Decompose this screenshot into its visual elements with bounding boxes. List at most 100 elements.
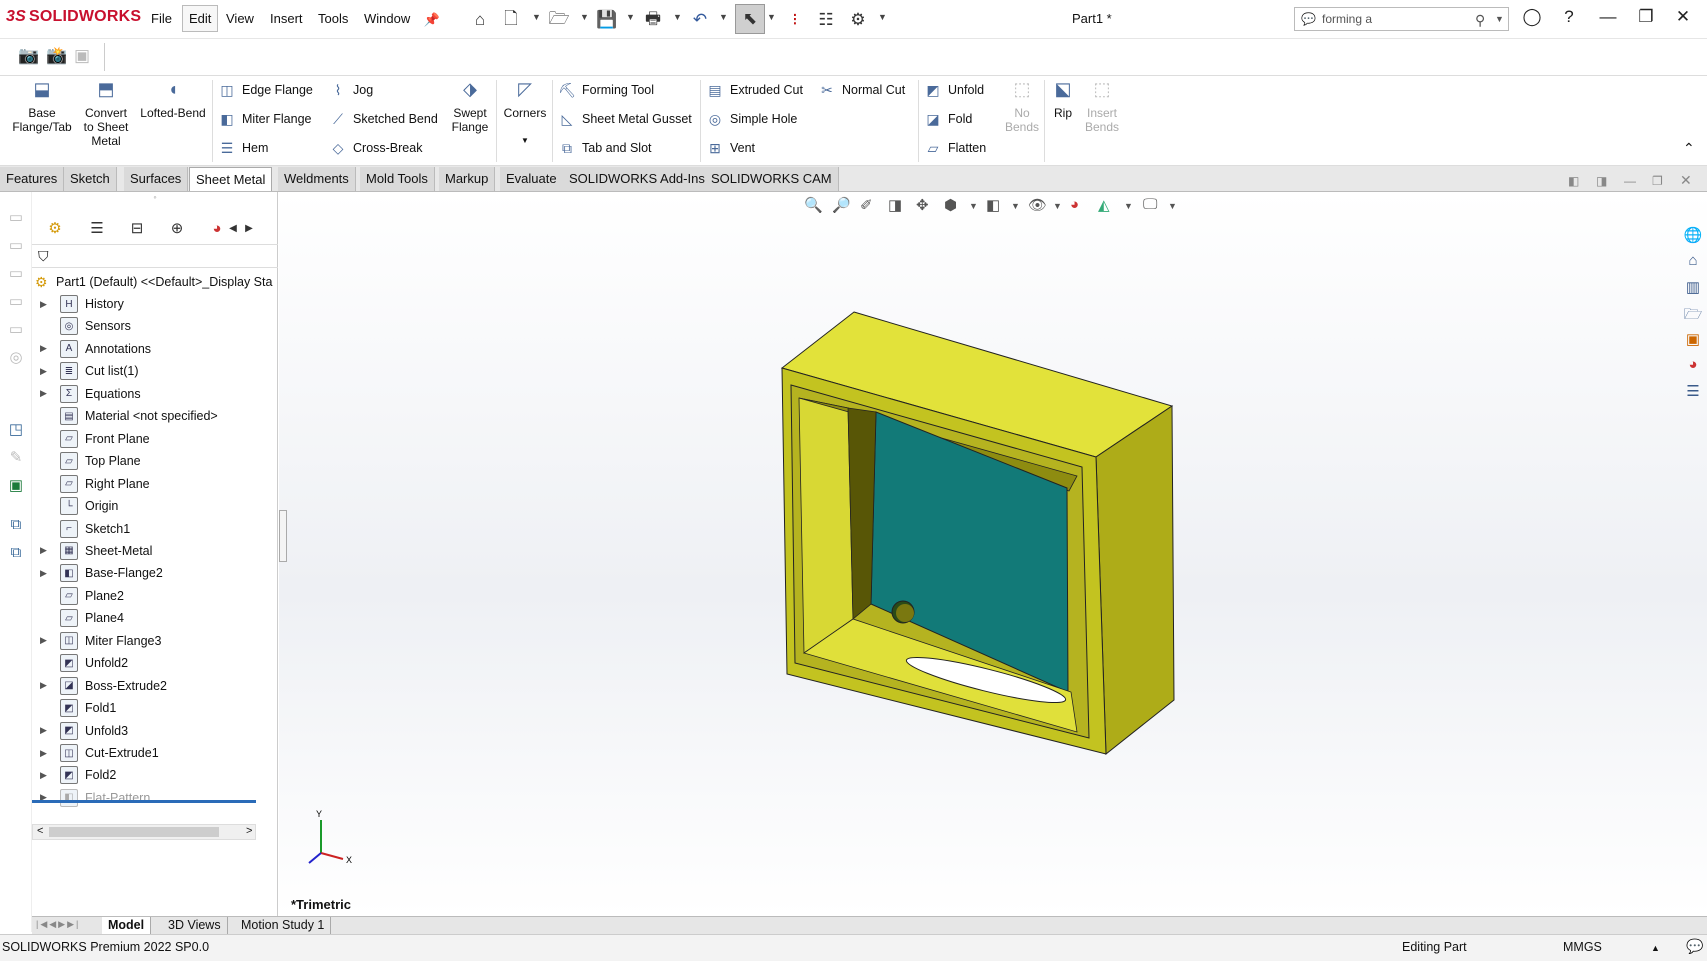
new-document-icon[interactable]: 🗋: [500, 9, 522, 31]
status-message-icon[interactable]: 💬: [1686, 938, 1703, 955]
search-icon[interactable]: ⚲: [1475, 12, 1485, 29]
tree-item[interactable]: ▶ ◧ Flat-Pattern: [32, 787, 278, 809]
zoom-area-icon[interactable]: 🔎: [832, 196, 851, 214]
chevron-down-icon[interactable]: ▼: [580, 12, 589, 22]
chevron-right-icon[interactable]: >: [246, 825, 252, 837]
home-icon[interactable]: ⌂: [469, 9, 491, 31]
tree-item[interactable]: ▶ A Annotations: [32, 338, 278, 360]
dynamic-annotation-icon[interactable]: ✥: [916, 196, 929, 214]
zoom-to-fit-icon[interactable]: 🔍: [804, 196, 823, 214]
pin-icon[interactable]: 📌: [421, 9, 443, 31]
rollback-bar[interactable]: [32, 800, 256, 803]
edge-flange-button[interactable]: ◫ Edge Flange: [218, 81, 313, 99]
chevron-down-icon[interactable]: ▼: [500, 134, 550, 148]
chevron-down-icon[interactable]: ▼: [1168, 201, 1177, 211]
file-explorer-icon[interactable]: 🗁: [1682, 304, 1704, 326]
tab-surfaces[interactable]: Surfaces: [124, 167, 189, 191]
configuration-manager-tab-icon[interactable]: ⊟: [122, 216, 152, 242]
tree-root[interactable]: ⚙ Part1 (Default) <<Default>_Display Sta: [32, 271, 278, 293]
filter-icon[interactable]: ⛉: [38, 248, 49, 265]
minimize-icon[interactable]: —: [1624, 174, 1636, 188]
expand-arrow-icon[interactable]: ▶: [40, 388, 47, 399]
display-style-icon[interactable]: ◧: [986, 196, 1000, 214]
tree-item[interactable]: ▶ ◫ Miter Flange3: [32, 630, 278, 652]
previous-view-icon[interactable]: ✐: [860, 196, 873, 214]
restore-icon[interactable]: ❐: [1633, 7, 1659, 33]
hem-button[interactable]: ☰ Hem: [218, 139, 269, 157]
tree-item[interactable]: ▶ ◩ Unfold3: [32, 720, 278, 742]
search-input[interactable]: forming a: [1322, 12, 1372, 26]
tree-item[interactable]: ▤ Material <not specified>: [32, 405, 278, 427]
tile-left-icon[interactable]: ◧: [1568, 174, 1579, 188]
close-icon[interactable]: ✕: [1680, 172, 1692, 189]
convert-to-sheet-metal-button[interactable]: ⬒ Convert to Sheet Metal: [78, 80, 134, 148]
units-selector[interactable]: MMGS: [1563, 940, 1602, 954]
menu-tools[interactable]: Tools: [313, 9, 353, 28]
expand-arrow-icon[interactable]: ▶: [40, 770, 47, 781]
view-palette-icon[interactable]: ▣: [1682, 330, 1704, 352]
tree-item[interactable]: ◩ Unfold2: [32, 652, 278, 674]
expand-arrow-icon[interactable]: ▶: [40, 680, 47, 691]
chevron-down-icon[interactable]: ▼: [1053, 201, 1062, 211]
swept-flange-button[interactable]: ⬗ Swept Flange: [448, 80, 492, 134]
user-account-icon[interactable]: ◯: [1519, 7, 1545, 33]
view-settings-icon[interactable]: 🖵: [1143, 196, 1157, 213]
fold-button[interactable]: ◪ Fold: [924, 110, 972, 128]
camera-icon[interactable]: 📷: [18, 46, 39, 66]
horizontal-scrollbar[interactable]: < >: [32, 824, 256, 840]
cross-break-button[interactable]: ◇ Cross-Break: [329, 139, 423, 157]
chevron-right-icon[interactable]: ▶: [242, 216, 256, 242]
expand-arrow-icon[interactable]: ▶: [40, 299, 47, 310]
panel-splitter[interactable]: ◦: [32, 192, 278, 208]
menu-window[interactable]: Window: [359, 9, 415, 28]
feature-manager-tab-icon[interactable]: ⚙: [40, 216, 70, 242]
expand-arrow-icon[interactable]: ▶: [40, 343, 47, 354]
gear-icon[interactable]: ⚙: [847, 9, 869, 31]
view-orientation-icon[interactable]: ⬢: [944, 196, 957, 214]
restore-icon[interactable]: ❐: [1652, 174, 1663, 188]
tab-model[interactable]: Model: [102, 917, 152, 935]
tree-item[interactable]: ▶ ≣ Cut list(1): [32, 360, 278, 382]
tree-item[interactable]: ▱ Right Plane: [32, 473, 278, 495]
chevron-down-icon[interactable]: ▼: [767, 12, 776, 22]
help-icon[interactable]: ?: [1556, 7, 1582, 33]
tab-and-slot-button[interactable]: ⧉ Tab and Slot: [558, 139, 652, 157]
rebuild-traffic-light-icon[interactable]: ⁝: [784, 9, 806, 31]
filter-bar[interactable]: ⛉: [32, 244, 278, 268]
file-properties-icon[interactable]: ☷: [815, 9, 837, 31]
chevron-down-icon[interactable]: ▼: [1011, 201, 1020, 211]
save-icon[interactable]: 💾: [596, 9, 618, 31]
tree-item[interactable]: ▱ Front Plane: [32, 428, 278, 450]
tree-item[interactable]: ▶ ▦ Sheet-Metal: [32, 540, 278, 562]
tab-sketch[interactable]: Sketch: [64, 167, 117, 191]
edit-appearance-icon[interactable]: ◕: [1070, 196, 1079, 213]
collapse-ribbon-icon[interactable]: ⌃: [1683, 140, 1695, 157]
expand-arrow-icon[interactable]: ▶: [40, 545, 47, 556]
chevron-down-icon[interactable]: ▼: [532, 12, 541, 22]
tree-item[interactable]: ▶ ◪ Boss-Extrude2: [32, 675, 278, 697]
expand-arrow-icon[interactable]: ▶: [40, 635, 47, 646]
apply-scene-icon[interactable]: ◭: [1098, 196, 1110, 214]
tab-features[interactable]: Features: [0, 167, 65, 191]
vent-button[interactable]: ⊞ Vent: [706, 139, 755, 157]
tab-3d-views[interactable]: 3D Views: [162, 917, 228, 935]
tab-sheet-metal[interactable]: Sheet Metal: [189, 167, 273, 191]
scrollbar-thumb[interactable]: [49, 827, 219, 837]
tree-item[interactable]: ▱ Top Plane: [32, 450, 278, 472]
dimxpert-tab-icon[interactable]: ⊕: [162, 216, 192, 242]
print-icon[interactable]: 🖶: [642, 9, 664, 31]
flatten-button[interactable]: ▱ Flatten: [924, 139, 987, 157]
rip-button[interactable]: ⬕ Rip: [1050, 80, 1076, 120]
appearances-icon[interactable]: ◕: [1682, 356, 1704, 378]
tab-scroll-arrows[interactable]: |◀◀▶▶|: [36, 919, 80, 930]
search-box[interactable]: 💬 forming a ⚲ ▼: [1294, 7, 1509, 31]
tree-item[interactable]: ▶ Σ Equations: [32, 383, 278, 405]
menu-insert[interactable]: Insert: [265, 9, 308, 28]
section-view-icon[interactable]: ◨: [888, 196, 902, 214]
chevron-down-icon[interactable]: ▼: [719, 12, 728, 22]
tab-evaluate[interactable]: Evaluate: [500, 167, 564, 191]
tree-item[interactable]: ▶ H History: [32, 293, 278, 315]
menu-edit[interactable]: Edit: [182, 5, 219, 32]
chevron-left-icon[interactable]: <: [37, 825, 43, 837]
tab-markup[interactable]: Markup: [439, 167, 496, 191]
